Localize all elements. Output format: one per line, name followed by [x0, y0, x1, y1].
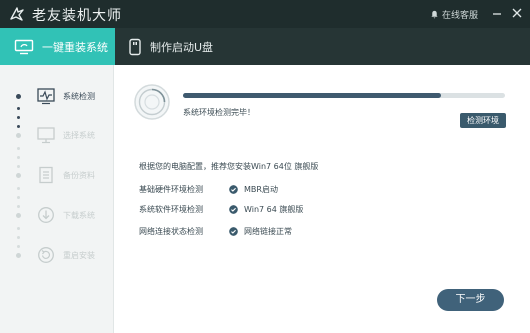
- step-label: 系统检测: [63, 91, 95, 101]
- check-row-software: 系统软件环境检测 Win7 64 旗舰版: [139, 202, 499, 216]
- main-panel: 系统环境检测完毕！ 检测环境 根据您的电脑配置，推荐您安装Win7 64位 旗舰…: [115, 65, 530, 333]
- step-select-system: 选择系统: [0, 123, 114, 147]
- pulse-monitor-icon: [37, 88, 55, 105]
- tab-reinstall-system[interactable]: 一键重装系统: [0, 28, 115, 65]
- step-dot: [16, 172, 21, 178]
- tab-label: 一键重装系统: [42, 40, 108, 54]
- app-logo-icon: [10, 7, 24, 21]
- check-circle-icon: [229, 184, 238, 194]
- steps-sidebar: 系统检测 选择系统 备份资料 下载系统 重启安装: [0, 65, 114, 333]
- download-icon: [38, 207, 54, 223]
- online-support-link[interactable]: 在线客服: [430, 8, 478, 21]
- scan-progress-fill: [183, 93, 441, 98]
- step-system-check: 系统检测: [0, 84, 114, 108]
- bell-icon: [431, 10, 438, 19]
- step-label: 备份资料: [63, 170, 95, 180]
- document-icon: [39, 166, 53, 184]
- monitor-icon: [14, 39, 34, 54]
- check-row-network: 网络连接状态检测 网络链接正常: [139, 224, 499, 238]
- step-dot: [16, 93, 21, 99]
- close-icon[interactable]: [510, 6, 524, 20]
- step-label: 重启安装: [63, 250, 95, 260]
- step-label: 下载系统: [63, 210, 95, 220]
- step-dot: [16, 252, 21, 258]
- next-step-button[interactable]: 下一步: [437, 289, 504, 311]
- tab-make-usb[interactable]: 制作启动U盘: [128, 28, 248, 65]
- recommendation-text: 根据您的电脑配置，推荐您安装Win7 64位 旗舰版: [139, 162, 319, 171]
- title-bar: 老友装机大师 在线客服: [0, 0, 530, 28]
- monitor-icon: [37, 127, 55, 144]
- tab-label: 制作启动U盘: [150, 40, 214, 54]
- scan-progress-bar: [183, 93, 505, 98]
- usb-icon: [129, 38, 141, 55]
- check-value: MBR启动: [244, 184, 278, 194]
- check-circle-icon: [229, 226, 238, 236]
- step-dot: [16, 212, 21, 218]
- step-backup-data: 备份资料: [0, 163, 114, 187]
- check-label: 基础硬件环境检测: [139, 184, 203, 194]
- check-circle-icon: [229, 204, 238, 214]
- support-label: 在线客服: [442, 11, 479, 21]
- main-nav: 一键重装系统 制作启动U盘: [0, 28, 530, 65]
- restart-icon: [38, 247, 54, 263]
- check-label: 系统软件环境检测: [139, 204, 203, 214]
- minimize-icon[interactable]: [490, 6, 504, 20]
- check-value: 网络链接正常: [244, 226, 292, 236]
- check-label: 网络连接状态检测: [139, 226, 203, 236]
- check-row-hardware: 基础硬件环境检测 MBR启动: [139, 182, 499, 196]
- step-label: 选择系统: [63, 130, 95, 140]
- app-title: 老友装机大师: [32, 8, 122, 24]
- status-text: 系统环境检测完毕！: [183, 108, 255, 117]
- scan-spinner-icon: [134, 84, 170, 120]
- detect-environment-button[interactable]: 检测环境: [460, 113, 506, 128]
- step-restart-install: 重启安装: [0, 243, 114, 267]
- check-value: Win7 64 旗舰版: [244, 204, 304, 214]
- step-dot: [16, 132, 21, 138]
- step-download-system: 下载系统: [0, 203, 114, 227]
